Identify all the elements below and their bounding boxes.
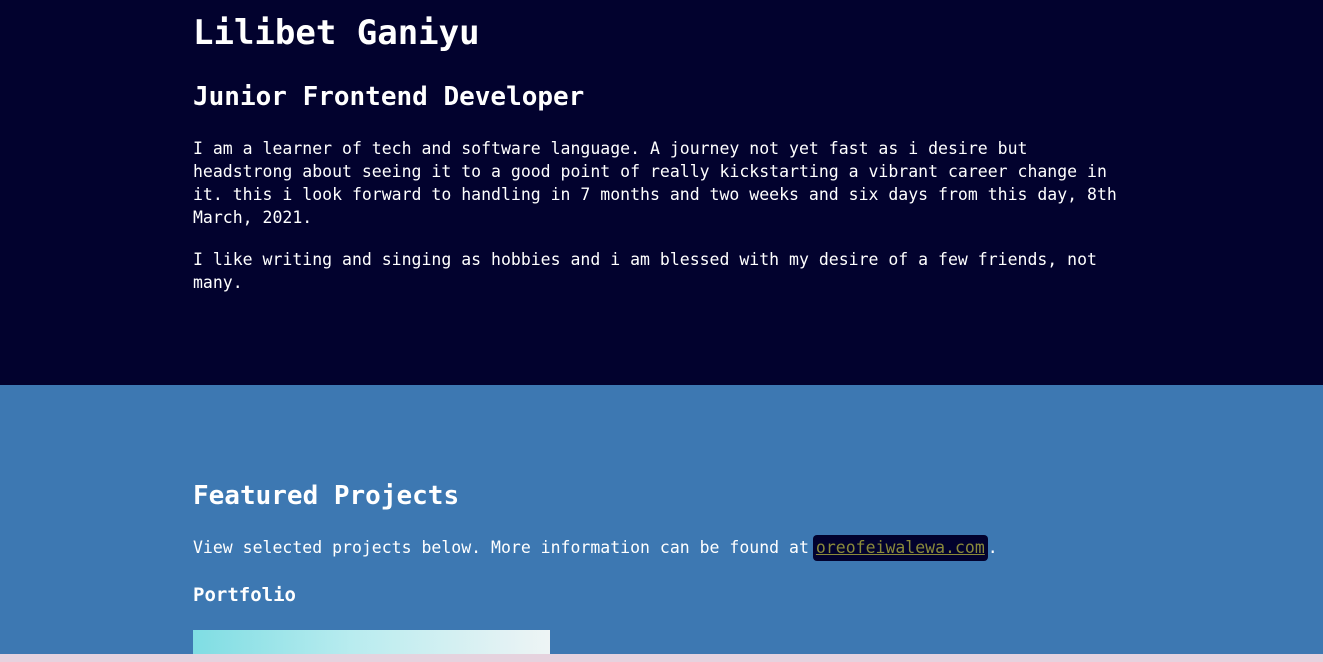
portfolio-title: Portfolio [193, 584, 296, 606]
projects-intro-period: . [987, 538, 998, 557]
hobbies-paragraph: I like writing and singing as hobbies an… [193, 250, 1097, 292]
projects-title: Featured Projects [193, 481, 460, 511]
intro-section: Lilibet Ganiyu Junior Frontend Developer… [0, 0, 1323, 385]
projects-intro-text: View selected projects below. More infor… [193, 538, 809, 557]
website-link-box[interactable]: oreofeiwalewa.com [812, 535, 988, 561]
profile-name: Lilibet Ganiyu [193, 13, 480, 53]
taskbar [0, 654, 1323, 662]
projects-intro: View selected projects below. More infor… [193, 535, 998, 561]
projects-section: Featured Projects View selected projects… [0, 385, 1323, 654]
website-link[interactable]: oreofeiwalewa.com [816, 538, 985, 557]
profile-role: Junior Frontend Developer [193, 82, 585, 112]
portfolio-thumbnail[interactable] [193, 630, 550, 654]
bio-paragraph: I am a learner of tech and software lang… [193, 139, 1117, 227]
